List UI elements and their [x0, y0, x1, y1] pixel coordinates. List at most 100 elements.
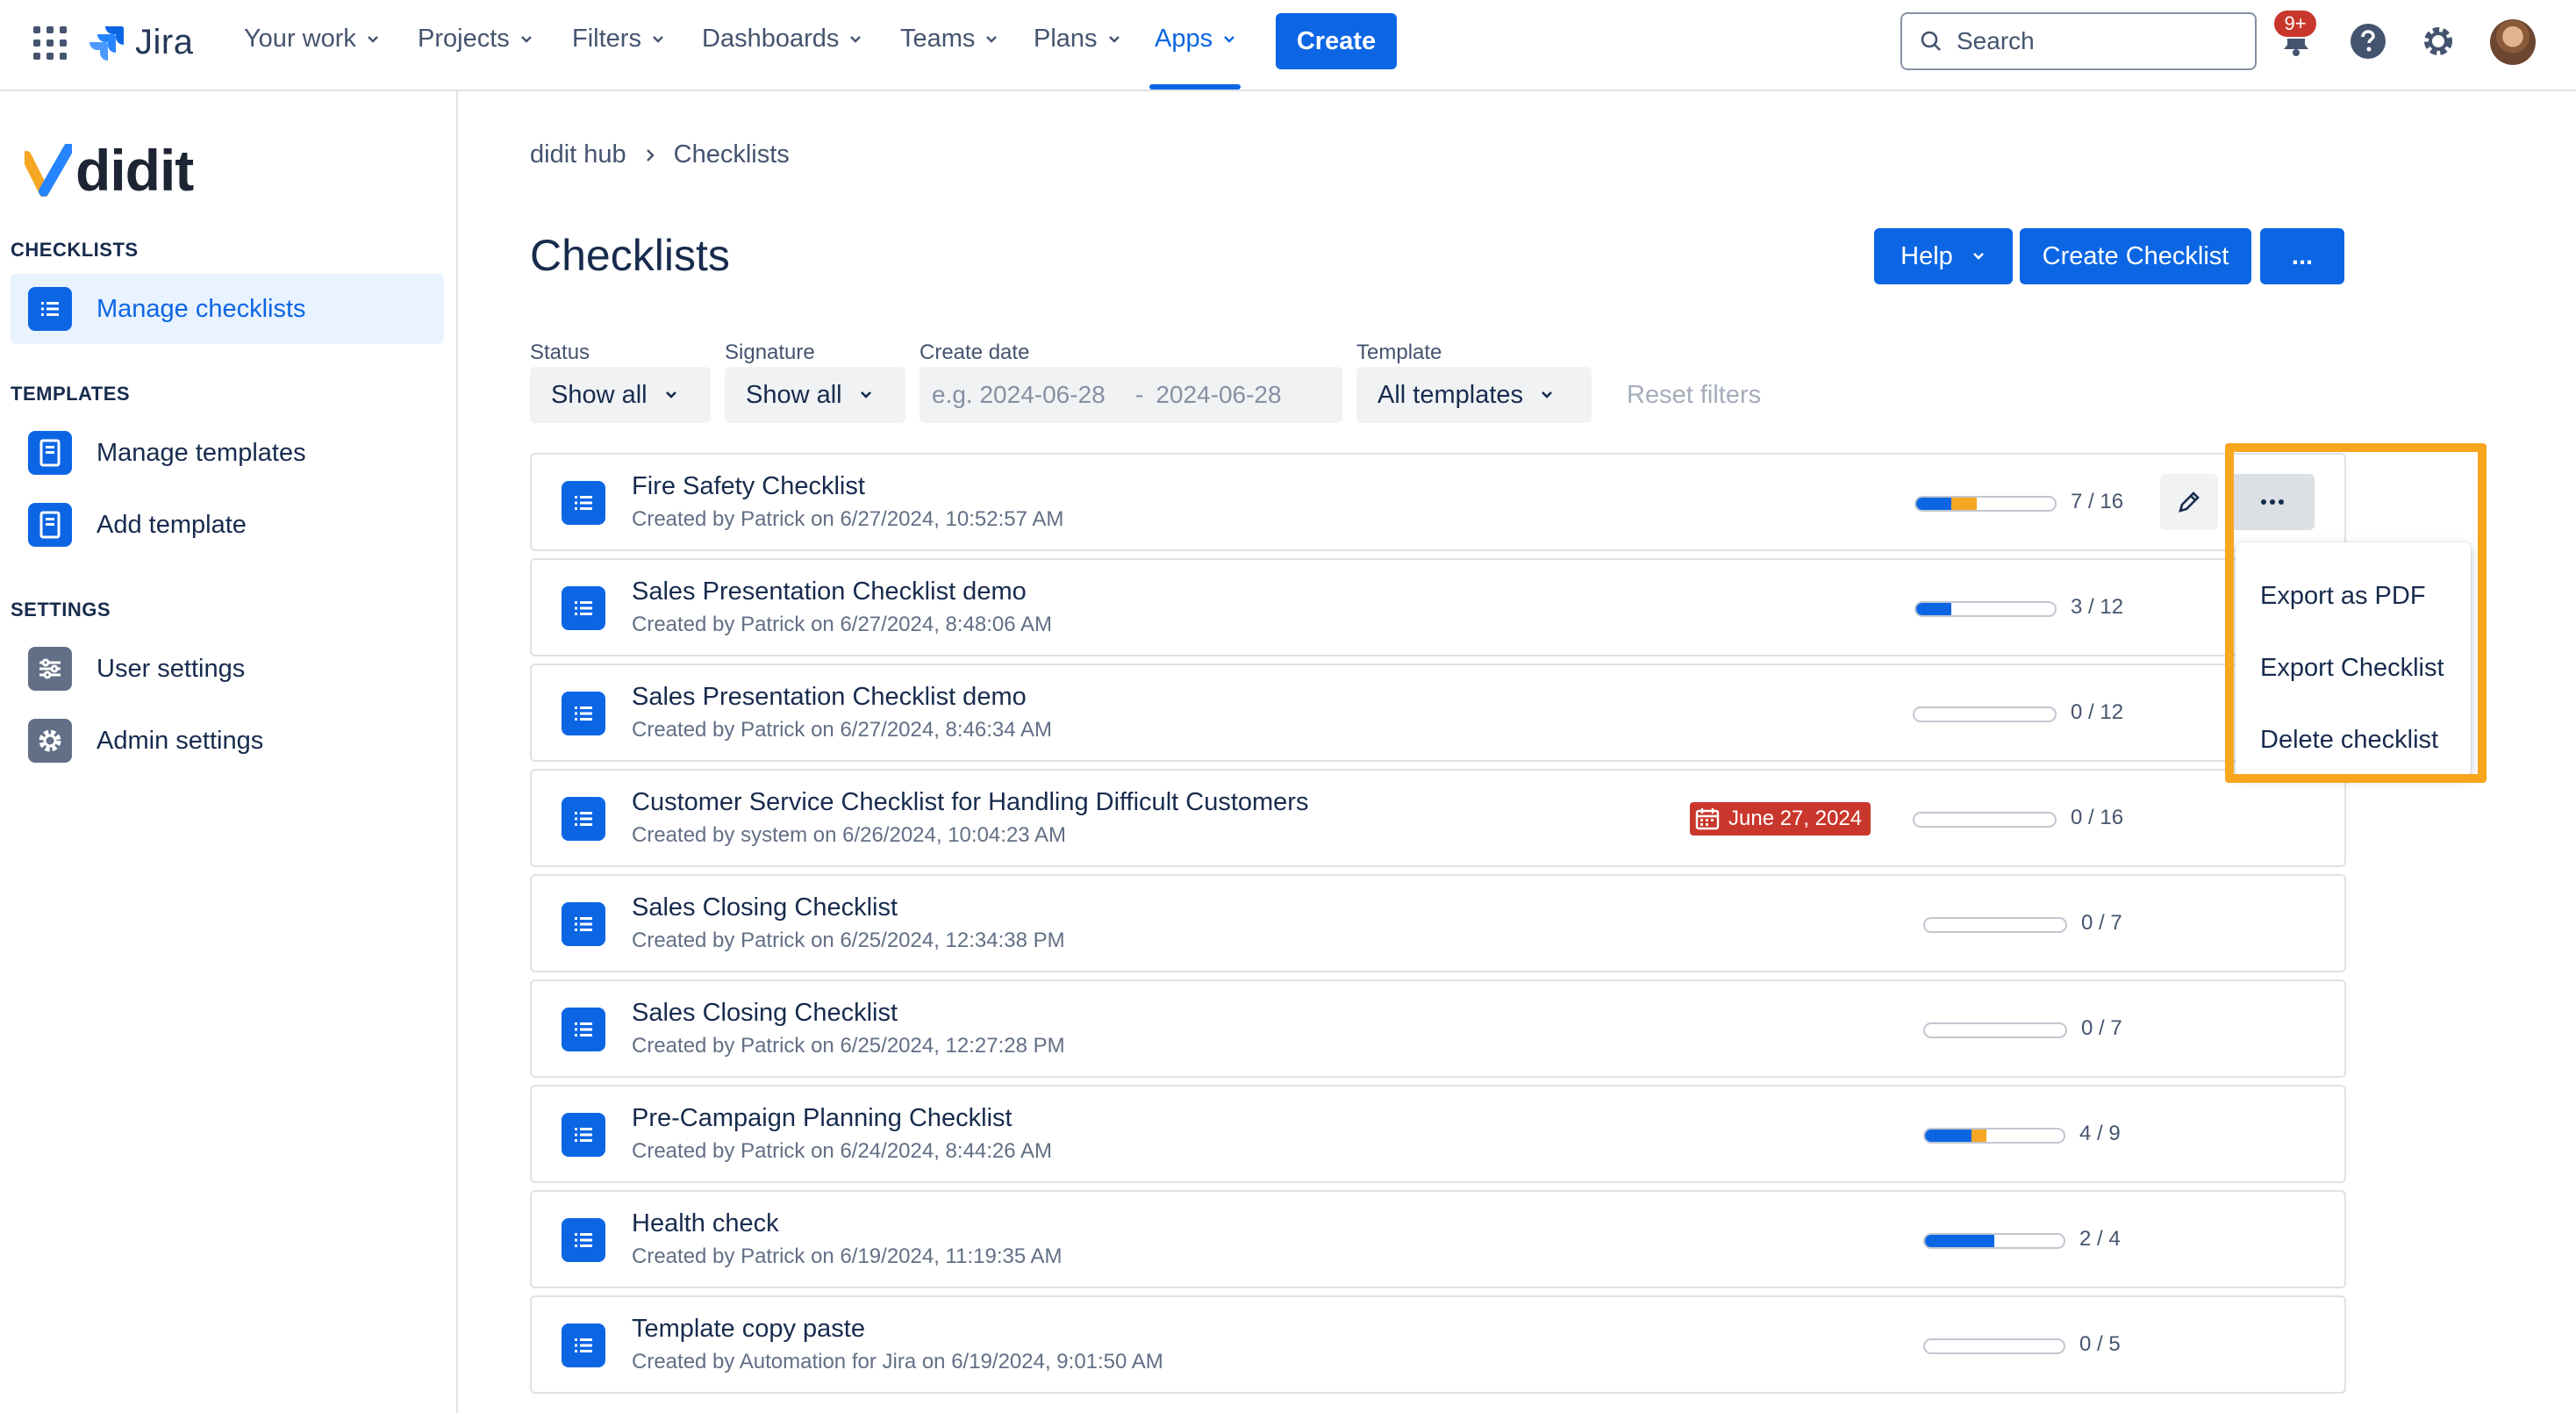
checklist-row[interactable]: Pre-Campaign Planning Checklist Created …	[530, 1085, 2346, 1183]
checklist-meta: Created by Patrick on 6/27/2024, 10:52:5…	[632, 507, 1064, 531]
help-button[interactable]: Help	[1874, 228, 2013, 284]
more-actions-button[interactable]: ...	[2260, 228, 2344, 284]
sidebar-item-label: User settings	[97, 654, 246, 683]
didit-wordmark: didit	[75, 138, 194, 203]
progress-done	[1916, 498, 1951, 510]
progress-count: 4 / 9	[2079, 1122, 2121, 1145]
nav-label: Dashboards	[702, 25, 840, 53]
nav-label: Filters	[572, 25, 641, 53]
reset-filters-button[interactable]: Reset filters	[1627, 381, 1761, 410]
template-icon	[28, 503, 72, 547]
jira-logo[interactable]: Jira	[86, 19, 193, 65]
checklist-meta: Created by Patrick on 6/25/2024, 12:27:2…	[632, 1034, 1065, 1058]
sidebar-item-user-settings[interactable]: User settings	[11, 634, 444, 704]
didit-logo[interactable]: didit	[25, 137, 194, 204]
checklist-title[interactable]: Pre-Campaign Planning Checklist	[632, 1104, 1013, 1133]
row-more-button[interactable]	[2230, 474, 2315, 530]
signature-filter-select[interactable]: Show all	[725, 367, 905, 423]
checklist-title[interactable]: Fire Safety Checklist	[632, 472, 865, 501]
checklist-row[interactable]: Customer Service Checklist for Handling …	[530, 769, 2346, 867]
template-filter-select[interactable]: All templates	[1356, 367, 1592, 423]
search-placeholder: Search	[1957, 27, 2035, 54]
chevron-down-icon	[653, 35, 663, 43]
checklist-title[interactable]: Sales Closing Checklist	[632, 999, 898, 1028]
checklist-meta: Created by system on 6/26/2024, 10:04:23…	[632, 823, 1066, 847]
checklist-title[interactable]: Health check	[632, 1209, 779, 1238]
chevron-down-icon	[986, 35, 998, 43]
list-icon	[562, 1323, 605, 1367]
pencil-icon	[2179, 491, 2200, 513]
progress-bar	[1923, 1022, 2067, 1038]
checklist-title[interactable]: Customer Service Checklist for Handling …	[632, 788, 1308, 817]
nav-your-work[interactable]: Your work	[244, 25, 381, 54]
checklist-row[interactable]: Fire Safety Checklist Created by Patrick…	[530, 453, 2346, 551]
checklist-title[interactable]: Sales Presentation Checklist demo	[632, 577, 1027, 606]
chevron-down-icon	[368, 35, 378, 43]
progress-done	[1916, 603, 1951, 615]
chevron-down-icon	[665, 391, 676, 398]
status-filter-value: Show all	[551, 380, 648, 409]
date-to-input[interactable]: 2024-06-28	[1156, 381, 1281, 409]
edit-button[interactable]	[2160, 474, 2218, 530]
progress-count: 3 / 12	[2071, 595, 2124, 619]
checklist-title[interactable]: Sales Closing Checklist	[632, 893, 898, 922]
search-input[interactable]: Search	[1900, 12, 2257, 70]
sidebar-heading-checklists: CHECKLISTS	[11, 239, 139, 261]
date-separator: -	[1135, 381, 1144, 408]
checklist-row[interactable]: Sales Presentation Checklist demo Create…	[530, 558, 2346, 656]
chevron-down-icon	[860, 391, 871, 398]
progress-bar	[1923, 917, 2067, 933]
page-title: Checklists	[530, 231, 730, 280]
list-icon	[562, 902, 605, 946]
breadcrumb-item[interactable]: Checklists	[674, 140, 790, 169]
progress-bar	[1923, 1128, 2065, 1144]
progress-count: 2 / 4	[2079, 1227, 2121, 1251]
signature-filter-label: Signature	[725, 341, 815, 364]
nav-filters[interactable]: Filters	[572, 25, 666, 54]
status-filter-select[interactable]: Show all	[530, 367, 711, 423]
progress-bar	[1923, 1233, 2065, 1249]
menu-item-export-checklist[interactable]: Export Checklist	[2236, 632, 2471, 704]
sidebar-item-manage-templates[interactable]: Manage templates	[11, 418, 444, 488]
chevron-down-icon	[1542, 391, 1552, 398]
create-button[interactable]: Create	[1276, 13, 1397, 69]
menu-item-delete-checklist[interactable]: Delete checklist	[2236, 704, 2471, 776]
sidebar-item-label: Add template	[97, 510, 247, 539]
gear-icon[interactable]	[2416, 19, 2460, 63]
list-icon	[562, 1008, 605, 1051]
sidebar-item-manage-checklists[interactable]: Manage checklists	[11, 274, 444, 344]
app-switcher-icon[interactable]	[33, 26, 67, 60]
progress-bar	[1913, 812, 2057, 828]
nav-label: Plans	[1034, 25, 1098, 53]
list-icon	[562, 1218, 605, 1262]
nav-teams[interactable]: Teams	[900, 25, 999, 54]
create-checklist-button[interactable]: Create Checklist	[2020, 228, 2251, 284]
menu-item-export-pdf[interactable]: Export as PDF	[2236, 560, 2471, 632]
jira-mark-icon	[89, 26, 124, 61]
nav-projects[interactable]: Projects	[418, 25, 534, 54]
chevron-down-icon	[1224, 35, 1234, 43]
list-icon	[562, 692, 605, 735]
checklist-title[interactable]: Sales Presentation Checklist demo	[632, 683, 1027, 712]
checklist-title[interactable]: Template copy paste	[632, 1315, 865, 1344]
avatar[interactable]	[2490, 19, 2536, 65]
sidebar-item-add-template[interactable]: Add template	[11, 490, 444, 560]
checklist-row[interactable]: Sales Presentation Checklist demo Create…	[530, 663, 2346, 762]
checklist-row[interactable]: Template copy paste Created by Automatio…	[530, 1295, 2346, 1394]
template-filter-label: Template	[1356, 341, 1442, 364]
sidebar-item-admin-settings[interactable]: Admin settings	[11, 706, 444, 776]
nav-dashboards[interactable]: Dashboards	[702, 25, 863, 54]
nav-apps[interactable]: Apps	[1155, 25, 1237, 54]
didit-mark-icon	[25, 144, 72, 197]
help-icon[interactable]	[2346, 19, 2390, 63]
progress-done	[1925, 1235, 1994, 1247]
checklist-row[interactable]: Health check Created by Patrick on 6/19/…	[530, 1190, 2346, 1288]
sidebar-heading-templates: TEMPLATES	[11, 383, 131, 405]
nav-plans[interactable]: Plans	[1034, 25, 1122, 54]
progress-count: 0 / 12	[2071, 700, 2124, 724]
sidebar-item-label: Manage checklists	[97, 294, 306, 323]
date-from-input[interactable]: e.g. 2024-06-28	[932, 381, 1135, 409]
checklist-row[interactable]: Sales Closing Checklist Created by Patri…	[530, 874, 2346, 972]
breadcrumb-item[interactable]: didit hub	[530, 140, 626, 169]
checklist-row[interactable]: Sales Closing Checklist Created by Patri…	[530, 979, 2346, 1078]
